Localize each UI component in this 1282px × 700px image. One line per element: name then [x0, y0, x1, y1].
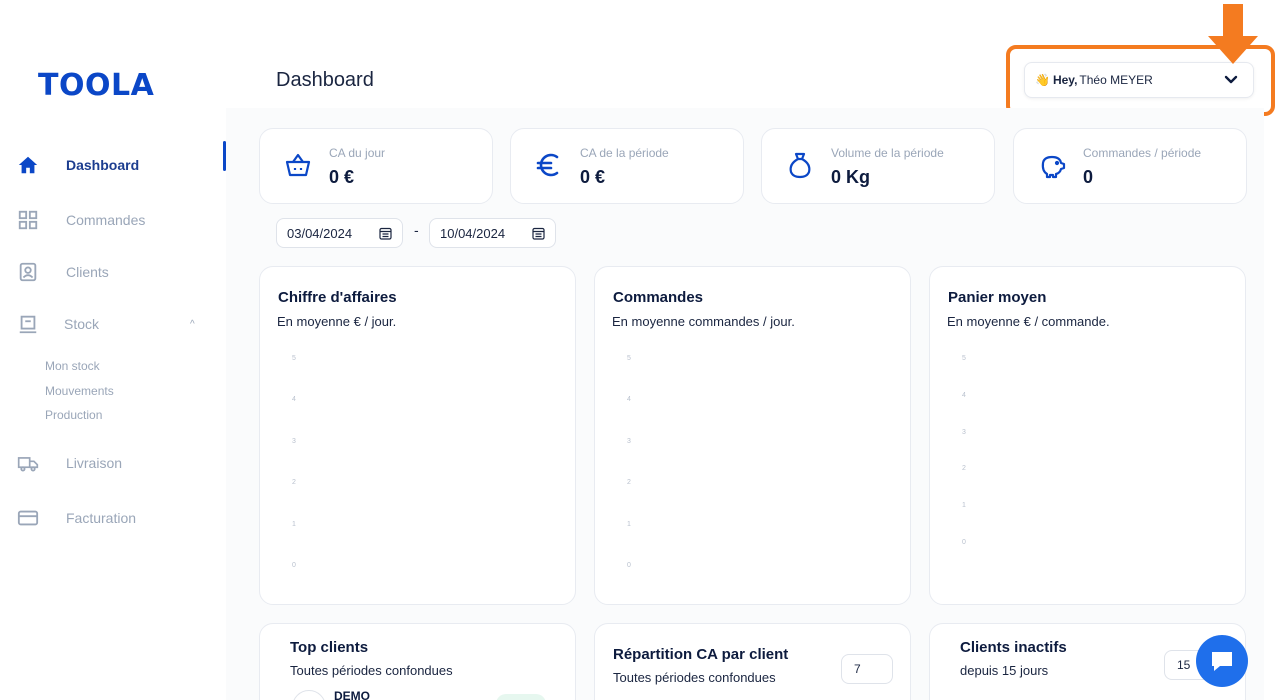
- stat-card-ca-jour: CA du jour 0 €: [259, 128, 493, 204]
- credit-card-icon: [17, 507, 39, 529]
- stat-label: Volume de la période: [831, 146, 944, 160]
- y-tick-label: 1: [627, 520, 631, 528]
- app-root: TOOLA Dashboard Commandes Clients Stock …: [0, 0, 1282, 700]
- chart-subtitle: En moyenne commandes / jour.: [612, 314, 795, 329]
- chart-card-commandes: Commandes En moyenne commandes / jour. 0…: [594, 266, 911, 605]
- piggy-bank-icon: [1036, 149, 1068, 181]
- y-tick-label: 2: [962, 465, 966, 473]
- sidebar-item-facturation[interactable]: Facturation: [0, 500, 226, 536]
- date-separator: -: [414, 222, 419, 238]
- sidebar-subitem-mon-stock[interactable]: Mon stock: [45, 359, 100, 373]
- y-tick-label: 0: [962, 539, 966, 546]
- sidebar-item-dashboard[interactable]: Dashboard: [0, 147, 226, 183]
- y-tick-label: 5: [962, 355, 966, 362]
- id-card-icon: [17, 261, 39, 283]
- money-bag-icon: [784, 149, 816, 181]
- sidebar-item-commandes[interactable]: Commandes: [0, 202, 226, 238]
- top-client-name: DEMO: [334, 689, 370, 700]
- y-tick-label: 3: [292, 437, 296, 445]
- status-badge: [496, 694, 546, 700]
- chart-title: Chiffre d'affaires: [278, 289, 397, 306]
- y-tick-label: 0: [292, 562, 296, 569]
- chart-subtitle: En moyenne € / commande.: [947, 314, 1110, 329]
- basket-icon: [282, 149, 314, 181]
- sidebar-item-clients[interactable]: Clients: [0, 254, 226, 290]
- chart-title: Commandes: [613, 289, 704, 306]
- stat-value: 0 €: [329, 167, 355, 187]
- card-subtitle: Toutes périodes confondues: [290, 663, 453, 678]
- avatar: [292, 690, 326, 700]
- home-icon: [17, 154, 39, 176]
- calendar-icon[interactable]: [379, 227, 392, 240]
- sidebar-item-label: Clients: [66, 264, 109, 280]
- y-tick-label: 4: [962, 391, 966, 399]
- chevron-up-icon[interactable]: ^: [190, 319, 195, 330]
- card-subtitle: Toutes périodes confondues: [613, 670, 776, 685]
- card-subtitle: depuis 15 jours: [960, 663, 1049, 678]
- chat-icon: [1212, 652, 1232, 671]
- sidebar-subitem-mouvements[interactable]: Mouvements: [45, 384, 114, 398]
- card-title: Clients inactifs: [960, 639, 1067, 656]
- stat-label: CA de la période: [580, 146, 669, 160]
- stat-card-ca-periode: CA de la période 0 €: [510, 128, 744, 204]
- sidebar-item-label: Stock: [64, 316, 100, 332]
- app-logo: TOOLA: [38, 68, 155, 103]
- y-tick-label: 2: [292, 479, 296, 487]
- y-tick-label: 2: [627, 479, 631, 487]
- grid-icon: [17, 209, 39, 231]
- card-title: Top clients: [290, 639, 369, 656]
- chart-subtitle: En moyenne € / jour.: [277, 314, 397, 329]
- stat-value: 0 Kg: [831, 167, 871, 187]
- sidebar-subitem-production[interactable]: Production: [45, 408, 102, 422]
- y-tick-label: 4: [627, 396, 631, 404]
- stat-label: CA du jour: [329, 146, 386, 160]
- sidebar-item-stock[interactable]: Stock ^: [0, 306, 226, 342]
- start-date-value: 03/04/2024: [287, 225, 353, 241]
- calendar-icon[interactable]: [532, 227, 545, 240]
- y-tick-label: 1: [292, 520, 296, 528]
- y-tick-label: 1: [962, 502, 966, 510]
- page-title: Dashboard: [276, 69, 374, 91]
- y-tick-label: 3: [962, 428, 966, 436]
- end-date-picker[interactable]: 10/04/2024: [429, 218, 556, 248]
- annotation-arrow-icon: [1208, 4, 1258, 64]
- warehouse-icon: [17, 313, 39, 335]
- stat-card-commandes: Commandes / période 0: [1013, 128, 1247, 204]
- sidebar-item-label: Dashboard: [66, 157, 140, 173]
- sidebar-item-label: Commandes: [66, 212, 146, 228]
- stat-card-volume: Volume de la période 0 Kg: [761, 128, 995, 204]
- sidebar-item-label: Facturation: [66, 510, 137, 526]
- card-top-clients: Top clients Toutes périodes confondues: [259, 623, 576, 700]
- y-tick-label: 0: [627, 562, 631, 569]
- end-date-value: 10/04/2024: [440, 225, 506, 241]
- card-title: Répartition CA par client: [613, 646, 789, 663]
- chart-card-panier-moyen: Panier moyen En moyenne € / commande. 0 1…: [929, 266, 1246, 605]
- stat-value: 0 €: [580, 167, 606, 187]
- y-tick-label: 3: [627, 437, 631, 445]
- chart-title: Panier moyen: [948, 289, 1047, 306]
- chart-card-chiffre-affaires: Chiffre d'affaires En moyenne € / jour. …: [259, 266, 576, 605]
- stat-label: Commandes / période: [1083, 146, 1202, 160]
- sidebar-item-livraison[interactable]: Livraison: [0, 445, 226, 481]
- truck-icon: [17, 452, 39, 474]
- stat-value: 0: [1083, 167, 1094, 187]
- client-count-input[interactable]: 7: [841, 654, 893, 684]
- y-tick-label: 5: [292, 355, 296, 362]
- y-tick-label: 4: [292, 396, 296, 404]
- chat-button[interactable]: [1196, 635, 1248, 687]
- y-tick-label: 5: [627, 355, 631, 362]
- card-repartition-ca: Répartition CA par client Toutes période…: [594, 623, 911, 700]
- sidebar-item-label: Livraison: [66, 455, 123, 471]
- euro-icon: [533, 149, 565, 181]
- start-date-picker[interactable]: 03/04/2024: [276, 218, 403, 248]
